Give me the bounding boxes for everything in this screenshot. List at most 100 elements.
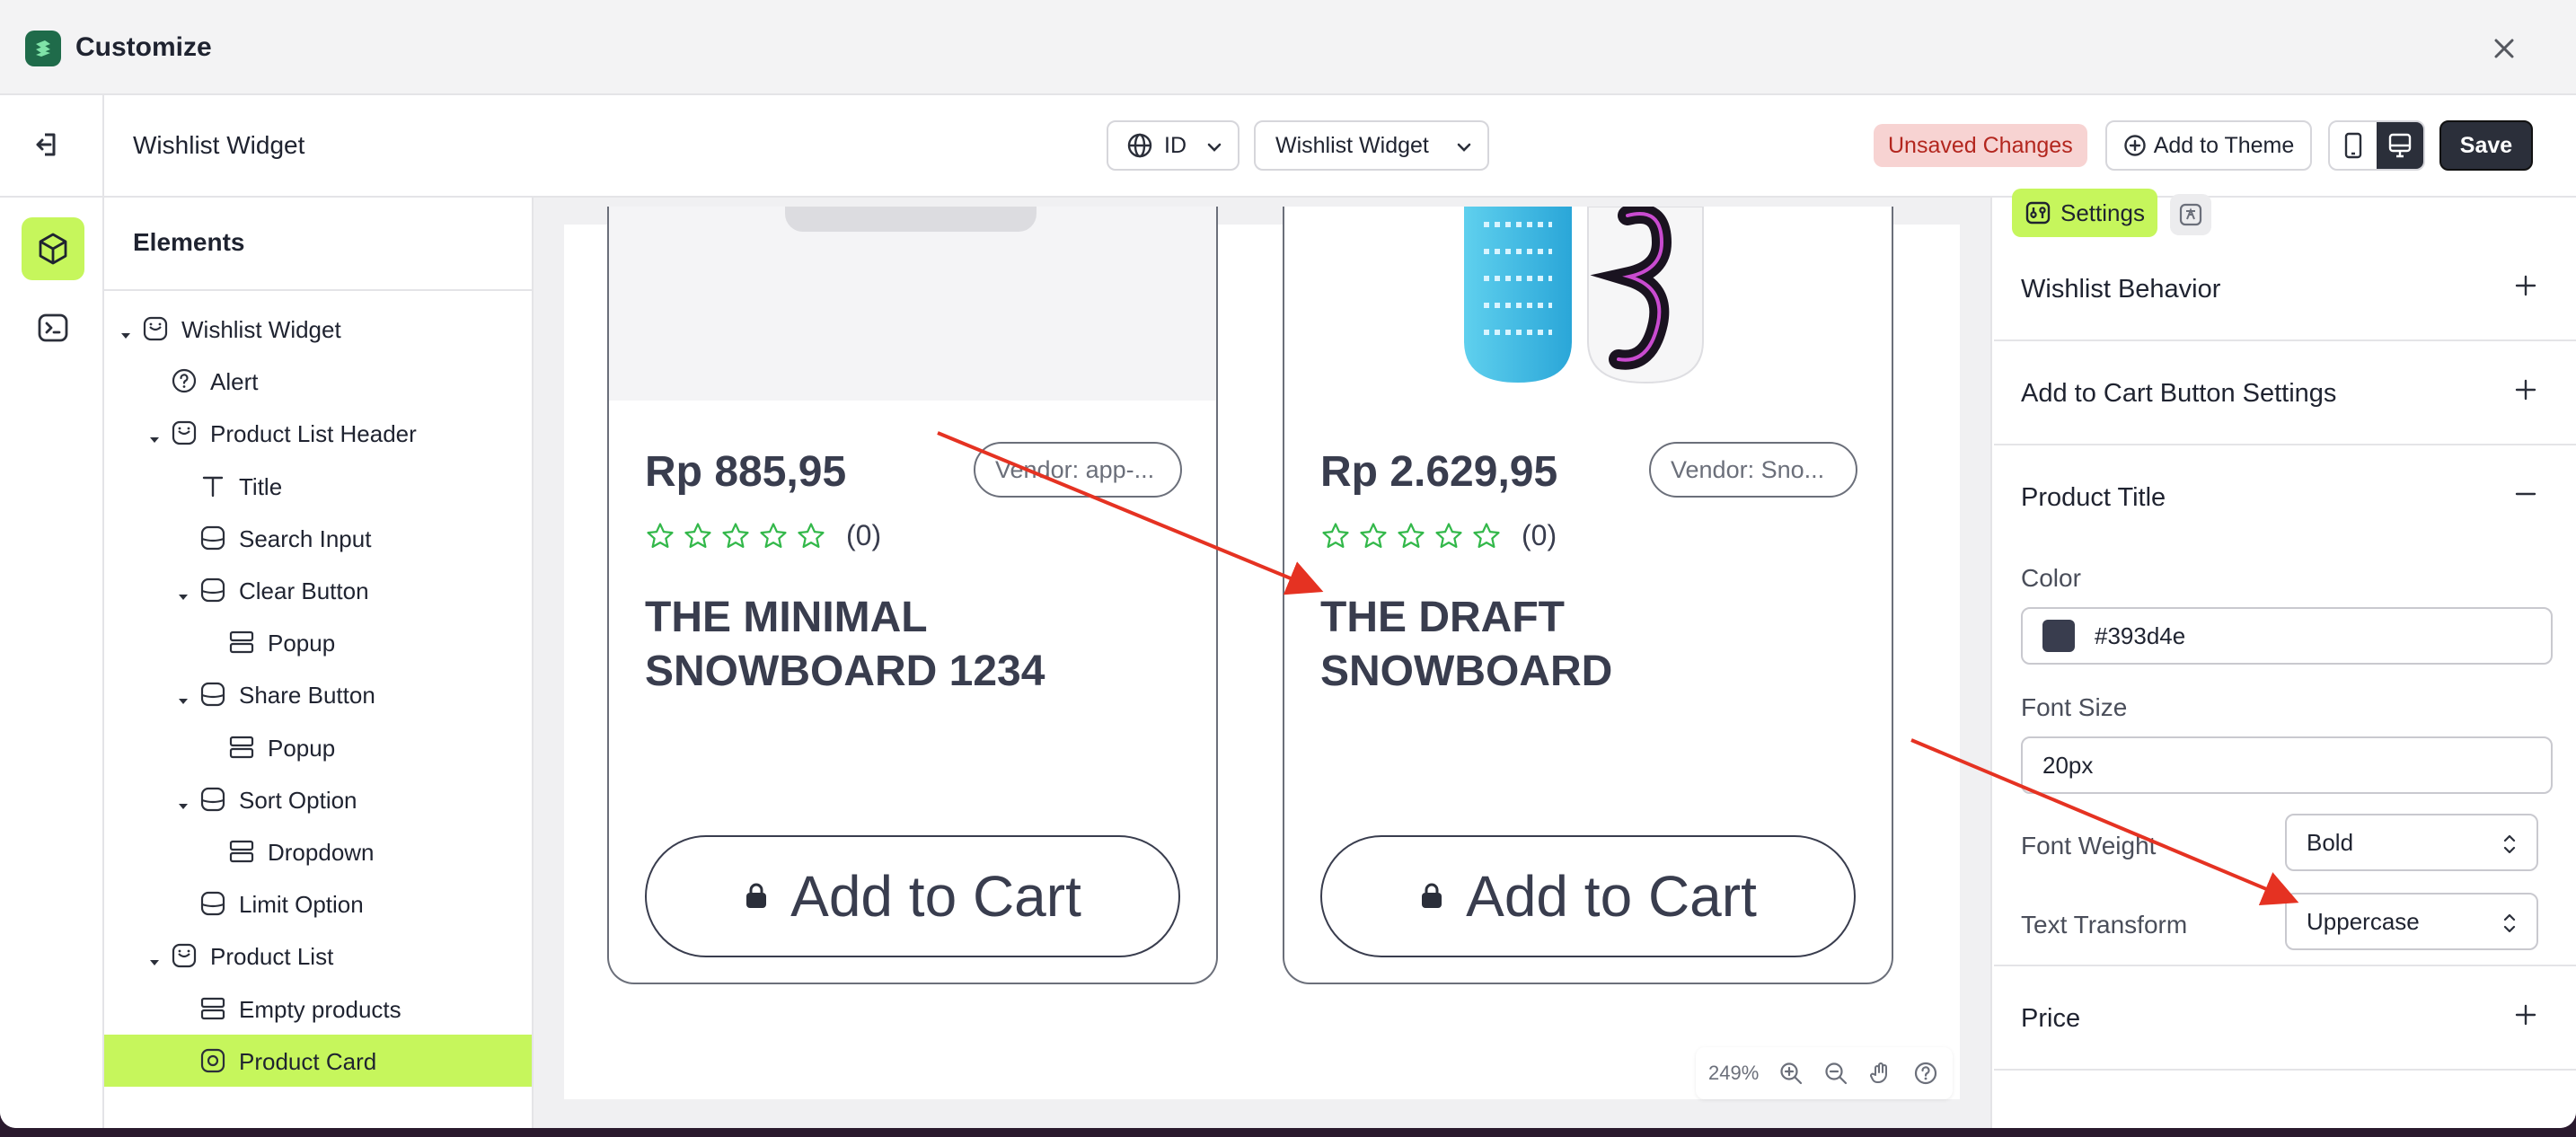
star-icon <box>1473 522 1500 548</box>
tree-item[interactable]: Search Input <box>104 512 532 564</box>
star-icon <box>722 522 749 548</box>
block-icon <box>199 890 226 917</box>
exit-icon[interactable] <box>32 129 63 164</box>
layout-icon <box>199 995 226 1022</box>
section-add-to-cart[interactable]: Add to Cart Button Settings <box>1994 341 2576 445</box>
text-transform-select[interactable]: Uppercase <box>2285 893 2538 950</box>
page-title: Wishlist Widget <box>133 131 305 159</box>
color-field[interactable]: #393d4e <box>2021 607 2553 665</box>
star-icon <box>1360 522 1387 548</box>
caret-down-icon[interactable] <box>119 322 133 339</box>
section-title: Product Title <box>2021 483 2166 512</box>
settings-icon <box>2025 201 2051 225</box>
tree-item[interactable]: Dropdown <box>104 825 532 877</box>
block-icon <box>199 524 226 551</box>
tree-item-label: Dropdown <box>268 839 375 866</box>
tree-item[interactable]: Limit Option <box>104 877 532 930</box>
color-swatch[interactable] <box>2042 620 2075 652</box>
product-card[interactable]: Rp 2.629,95 Vendor: Sno... (0) The Draft… <box>1283 207 1893 984</box>
caret-down-icon[interactable] <box>176 583 190 600</box>
caret-down-icon[interactable] <box>147 948 162 966</box>
tree-item[interactable]: Product List <box>104 930 532 982</box>
chevron-down-icon <box>1207 143 1222 152</box>
desktop-view-button[interactable] <box>2377 122 2423 169</box>
hand-icon[interactable] <box>1868 1061 1893 1086</box>
color-value: #393d4e <box>2095 621 2186 649</box>
tree-item[interactable]: Popup <box>104 721 532 773</box>
tree-item-label: Search Input <box>239 524 372 552</box>
style-tab[interactable] <box>2170 194 2211 235</box>
tree-item-label: Limit Option <box>239 891 364 919</box>
tree-item[interactable]: Title <box>104 460 532 512</box>
add-to-theme-button[interactable]: Add to Theme <box>2105 120 2312 171</box>
plus-icon[interactable] <box>2513 377 2538 402</box>
mobile-icon <box>2344 132 2362 159</box>
preview-frame: Rp 885,95 Vendor: app-... (0) The Minima… <box>564 207 1960 1099</box>
plus-circle-icon <box>2124 135 2146 156</box>
tree-item-label: Clear Button <box>239 577 369 604</box>
chevron-down-icon <box>1457 143 1471 152</box>
app-logo <box>25 31 61 66</box>
cube-icon <box>39 233 67 265</box>
font-size-label: Font Size <box>2021 693 2128 721</box>
bag-icon <box>746 883 767 908</box>
plus-icon[interactable] <box>2513 1002 2538 1027</box>
text-icon <box>199 472 226 499</box>
elements-rail-button[interactable] <box>22 217 84 280</box>
code-rail-button[interactable] <box>22 296 84 359</box>
save-button[interactable]: Save <box>2439 120 2533 171</box>
tree-item[interactable]: Clear Button <box>104 564 532 616</box>
customize-window: Customize Wishlist Widget ID Wishlist Wi… <box>0 0 2576 1128</box>
style-icon <box>2179 203 2202 226</box>
unsaved-changes-badge: Unsaved Changes <box>1874 124 2087 167</box>
tree-item[interactable]: Empty products <box>104 983 532 1035</box>
question-circle-icon <box>171 367 198 394</box>
snowboard-image <box>1464 207 1704 384</box>
zoom-in-icon[interactable] <box>1778 1061 1804 1086</box>
tree-item-label: Product List Header <box>210 420 417 448</box>
tree-item[interactable]: Share Button <box>104 668 532 720</box>
rating-count: (0) <box>1522 519 1557 551</box>
add-to-cart-label: Add to Cart <box>790 864 1081 929</box>
minus-icon[interactable] <box>2513 481 2538 507</box>
close-icon[interactable] <box>2488 32 2520 65</box>
caret-down-icon[interactable] <box>147 426 162 444</box>
font-weight-select[interactable]: Bold <box>2285 814 2538 871</box>
plus-icon[interactable] <box>2513 273 2538 298</box>
section-product-title: Product Title Color #393d4e Font Size 20… <box>1994 445 2576 966</box>
font-size-value: 20px <box>2042 751 2094 779</box>
font-size-input[interactable]: 20px <box>2021 736 2553 794</box>
widget-icon <box>142 315 169 342</box>
settings-tab[interactable]: Settings <box>2012 189 2157 237</box>
tree-item[interactable]: Popup <box>104 616 532 668</box>
section-wishlist-behavior[interactable]: Wishlist Behavior <box>1994 237 2576 341</box>
star-icon <box>1435 522 1462 548</box>
tree-item-label: Share Button <box>239 682 375 710</box>
caret-down-icon[interactable] <box>176 792 190 809</box>
language-select[interactable]: ID <box>1107 120 1239 171</box>
tree-item[interactable]: Product Card <box>104 1034 532 1087</box>
tree-item[interactable]: Sort Option <box>104 773 532 825</box>
section-price[interactable]: Price <box>1994 966 2576 1071</box>
preview-canvas: Rp 885,95 Vendor: app-... (0) The Minima… <box>534 198 1990 1128</box>
zoom-out-icon[interactable] <box>1823 1061 1848 1086</box>
tree-item[interactable]: Product List Header <box>104 407 532 459</box>
app-title: Customize <box>75 32 212 62</box>
product-price: Rp 2.629,95 <box>1320 448 1558 496</box>
vendor-badge: Vendor: app-... <box>974 442 1182 498</box>
mobile-view-button[interactable] <box>2330 122 2377 169</box>
image-placeholder <box>785 207 1037 232</box>
desktop-icon <box>2388 133 2412 158</box>
product-card[interactable]: Rp 885,95 Vendor: app-... (0) The Minima… <box>607 207 1218 984</box>
help-icon[interactable] <box>1913 1061 1938 1086</box>
tree-item-label: Wishlist Widget <box>181 316 341 343</box>
star-icon <box>647 522 674 548</box>
tree-item[interactable]: Wishlist Widget <box>104 303 532 355</box>
add-to-cart-button[interactable]: Add to Cart <box>1320 835 1856 957</box>
page-select[interactable]: Wishlist Widget <box>1254 120 1489 171</box>
elements-panel: Elements Wishlist Widget Alert Product Lis… <box>104 198 534 1128</box>
caret-down-icon[interactable] <box>176 687 190 705</box>
add-to-cart-button[interactable]: Add to Cart <box>645 835 1180 957</box>
tree-item[interactable]: Alert <box>104 355 532 407</box>
color-label: Color <box>2021 564 2081 592</box>
